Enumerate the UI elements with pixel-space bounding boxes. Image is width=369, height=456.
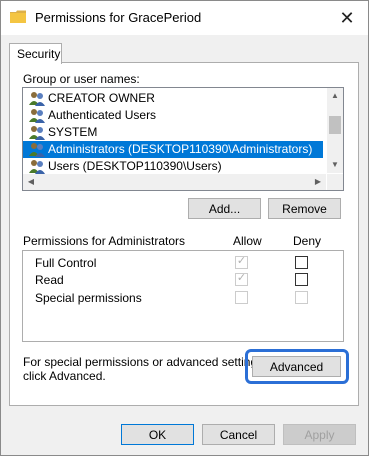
scroll-up-icon[interactable]: ▲ — [327, 88, 343, 104]
scroll-left-icon[interactable]: ◀ — [23, 174, 39, 190]
deny-full-control-checkbox[interactable] — [295, 256, 308, 269]
horizontal-scrollbar[interactable]: ◀ ▶ — [23, 174, 326, 190]
tab-security-label: Security — [17, 47, 61, 61]
allow-full-control-checkbox[interactable]: ✓ — [235, 255, 248, 269]
users-icon — [29, 109, 45, 123]
cancel-button[interactable]: Cancel — [202, 424, 275, 445]
user-name: Users (DESKTOP110390\Users) — [48, 159, 222, 173]
scrollbar-corner — [327, 174, 343, 190]
close-icon: ✕ — [339, 8, 355, 28]
deny-read-checkbox[interactable] — [295, 273, 308, 286]
allow-special-permissions-checkbox[interactable] — [235, 291, 248, 304]
permissions-list: Full Control ✓ Read ✓ Special permission… — [22, 250, 344, 342]
list-item[interactable]: Authenticated Users — [23, 107, 323, 124]
scroll-down-icon[interactable]: ▼ — [327, 157, 343, 173]
remove-button[interactable]: Remove — [268, 198, 341, 219]
user-name: Authenticated Users — [48, 108, 157, 122]
deny-special-permissions-checkbox[interactable] — [295, 291, 308, 304]
permissions-heading: Permissions for Administrators — [23, 234, 186, 248]
group-or-user-names-label: Group or user names: — [23, 72, 140, 86]
add-button[interactable]: Add... — [188, 198, 261, 219]
deny-column-header: Deny — [293, 234, 322, 248]
advanced-hint-line2: click Advanced. — [23, 369, 106, 383]
window-title: Permissions for GracePeriod — [35, 10, 202, 25]
folder-icon — [10, 10, 26, 23]
users-icon — [29, 126, 45, 140]
advanced-button[interactable]: Advanced — [252, 356, 341, 377]
user-name: Administrators (DESKTOP110390\Administra… — [48, 142, 313, 156]
user-list[interactable]: CREATOR OWNER Authenticated Users SYSTEM… — [22, 87, 344, 191]
user-name: CREATOR OWNER — [48, 91, 155, 105]
scroll-thumb[interactable] — [329, 116, 341, 134]
apply-button[interactable]: Apply — [283, 424, 356, 445]
users-icon — [29, 92, 45, 106]
close-button[interactable]: ✕ — [332, 5, 362, 31]
list-item[interactable]: CREATOR OWNER — [23, 90, 323, 107]
checkmark-icon: ✓ — [236, 255, 247, 267]
allow-read-checkbox[interactable]: ✓ — [235, 272, 248, 286]
list-item[interactable]: Users (DESKTOP110390\Users) — [23, 158, 323, 175]
scroll-right-icon[interactable]: ▶ — [310, 174, 326, 190]
advanced-hint-line1: For special permissions or advanced sett… — [23, 355, 267, 369]
permission-label: Special permissions — [35, 291, 142, 305]
users-icon — [29, 160, 45, 174]
tab-security[interactable]: Security — [9, 43, 62, 64]
users-icon — [29, 143, 45, 157]
vertical-scrollbar[interactable]: ▲ ▼ — [327, 88, 343, 173]
list-item-selected[interactable]: Administrators (DESKTOP110390\Administra… — [23, 141, 323, 158]
permission-label: Full Control — [35, 256, 97, 270]
list-item[interactable]: SYSTEM — [23, 124, 323, 141]
permissions-dialog: Permissions for GracePeriod ✕ Security G… — [0, 0, 369, 456]
ok-button[interactable]: OK — [121, 424, 194, 445]
checkmark-icon: ✓ — [236, 272, 247, 284]
allow-column-header: Allow — [233, 234, 262, 248]
title-bar: Permissions for GracePeriod ✕ — [1, 1, 368, 35]
permission-label: Read — [35, 273, 64, 287]
user-name: SYSTEM — [48, 125, 98, 139]
